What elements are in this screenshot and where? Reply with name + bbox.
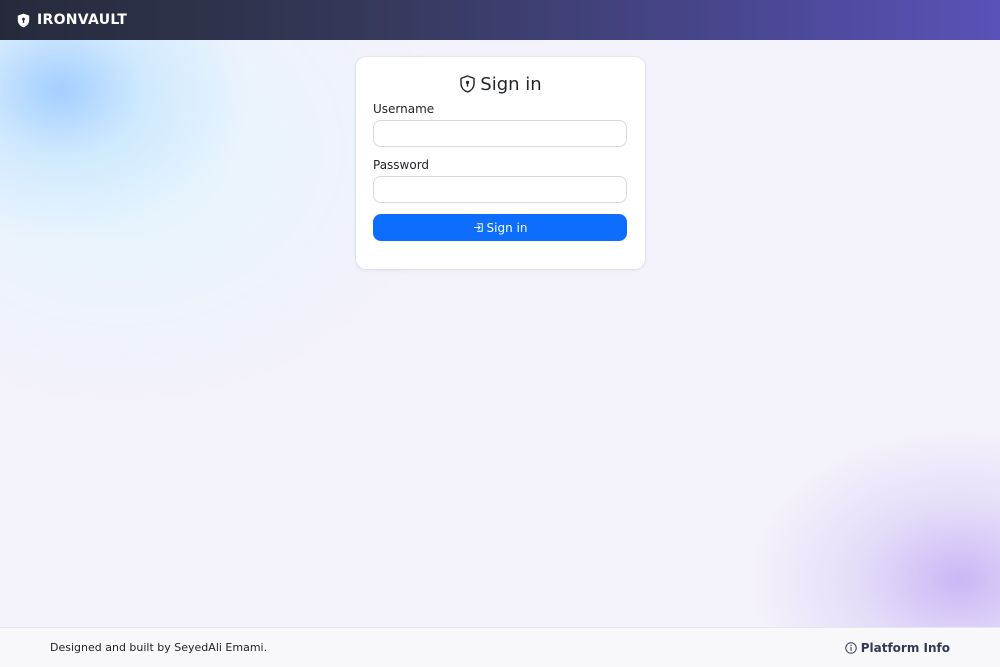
- brand-link[interactable]: IRONVAULT: [17, 12, 127, 28]
- platform-info-label: Platform Info: [860, 640, 950, 655]
- platform-info-link[interactable]: Platform Info: [844, 640, 950, 655]
- login-card: Sign in Username Password Sign in: [356, 57, 645, 269]
- password-label: Password: [373, 158, 430, 172]
- brand-name: IRONVAULT: [37, 12, 128, 28]
- sign-in-button[interactable]: Sign in: [373, 214, 627, 241]
- sign-in-icon: [473, 223, 483, 232]
- info-circle-icon: [844, 641, 857, 654]
- footer-credit: Designed and built by SeyedAli Emami.: [50, 641, 268, 654]
- password-field[interactable]: [373, 176, 627, 203]
- shield-lock-icon: [460, 75, 475, 93]
- username-field[interactable]: [373, 120, 627, 147]
- footer: Designed and built by SeyedAli Emami. Pl…: [0, 627, 1000, 667]
- shield-icon: [17, 13, 30, 27]
- login-title: Sign in: [373, 73, 628, 95]
- login-title-text: Sign in: [480, 73, 542, 95]
- sign-in-button-label: Sign in: [486, 220, 528, 235]
- username-label: Username: [373, 102, 435, 116]
- navbar: IRONVAULT: [0, 0, 1000, 40]
